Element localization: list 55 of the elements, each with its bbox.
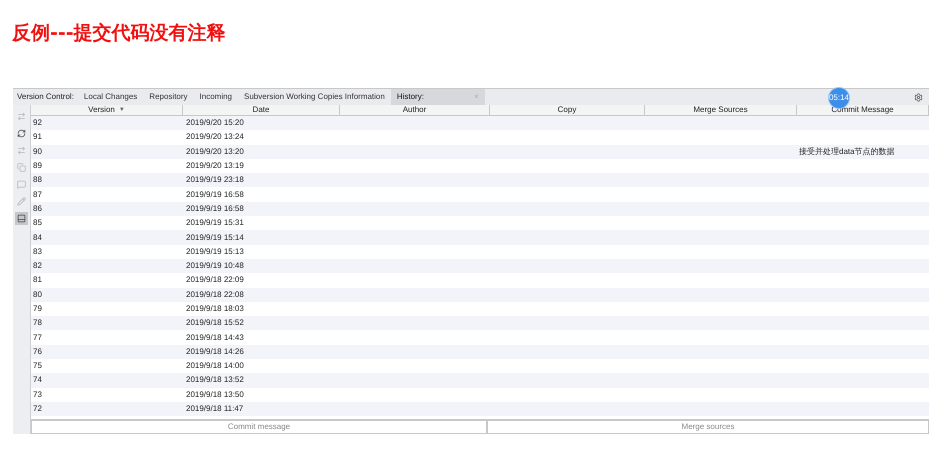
table-cell: 76 [33,346,42,356]
table-cell: 83 [33,246,42,256]
table-cell: 2019/9/19 15:13 [186,246,244,256]
table-cell: 2019/9/18 11:47 [186,404,244,414]
table-cell: 2019/9/18 14:43 [186,332,244,342]
table-cell: 79 [33,304,42,313]
table-cell: 89 [33,161,42,170]
table-cell: 80 [33,290,42,299]
table-cell: 2019/9/19 16:58 [186,190,244,199]
panel-title: Commit message [31,421,487,434]
table-cell: 90 [33,146,42,156]
table-cell: 74 [33,375,42,384]
table-cell: 77 [33,332,42,342]
table-cell: 2019/9/19 15:31 [186,218,244,228]
column-header[interactable]: Author [340,105,490,115]
table-cell: 2019/9/19 10:48 [186,261,244,270]
table-cell: 92 [33,118,42,128]
table-cell: 2019/9/20 13:19 [186,161,244,170]
table-cell: 73 [33,390,42,399]
table-cell: 2019/9/18 13:52 [186,375,244,384]
refresh-icon[interactable] [15,127,28,140]
page-heading: 反例---提交代码没有注释 [12,21,226,46]
table-cell: 85 [33,218,42,228]
table-cell: 2019/9/20 13:20 [186,146,244,156]
table-cell: 2019/9/19 16:58 [186,204,244,213]
table-cell: 2019/9/18 14:26 [186,346,244,356]
table-cell: 88 [33,175,42,184]
table-cell: 2019/9/20 13:24 [186,132,244,142]
table-cell: 2019/9/18 15:52 [186,318,244,328]
table-cell: 接受并处理data节点的数据 [799,146,895,156]
table-cell: 91 [33,132,42,142]
table-cell: 87 [33,190,42,199]
table-cell: 2019/9/19 23:18 [186,175,244,184]
table-cell: 2019/9/19 15:14 [186,232,244,242]
table-cell: 75 [33,361,42,370]
table-cell: 2019/9/18 13:50 [186,390,244,399]
table-cell: 82 [33,261,42,270]
table-cell: 2019/9/18 22:09 [186,275,244,284]
settings-icon[interactable] [914,92,923,102]
table-cell: 86 [33,204,42,213]
column-header[interactable]: Merge Sources [645,105,797,115]
table-cell: 2019/9/18 18:03 [186,304,244,313]
table-cell: 81 [33,275,42,284]
table-cell: 84 [33,232,42,242]
panel-title: Merge sources [487,421,929,434]
table-cell: 2019/9/18 14:00 [186,361,244,370]
table-cell: 78 [33,318,42,328]
table-cell: 72 [33,404,42,414]
column-header[interactable]: Date [183,105,340,115]
table-cell: 2019/9/18 22:08 [186,290,244,299]
tab[interactable]: History: × [390,89,485,105]
tab-bar-caption: Version Control: [16,91,75,103]
table-cell: 2019/9/20 15:20 [186,118,244,128]
panel-icon[interactable] [15,212,28,225]
column-header[interactable]: Copy [490,105,645,115]
